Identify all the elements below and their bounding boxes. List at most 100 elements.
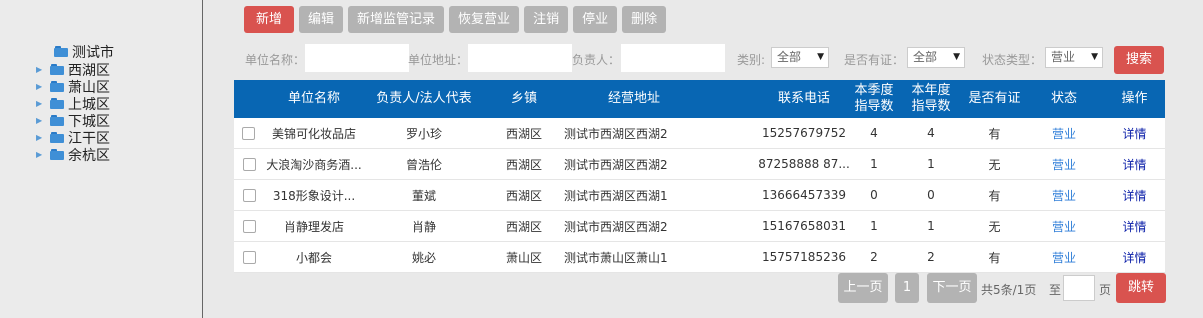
status-select[interactable]: 营业 ▼	[1045, 47, 1103, 68]
cell-owner: 罗小珍	[405, 126, 442, 141]
status-link[interactable]: 营业	[1034, 211, 1094, 241]
row-checkbox[interactable]	[242, 149, 256, 179]
cell-address: 测试市西湖区西湖2	[564, 126, 668, 141]
owner-input[interactable]	[621, 44, 725, 72]
cell-town: 西湖区	[505, 126, 542, 141]
detail-link[interactable]: 详情	[1104, 211, 1165, 241]
header-name: 单位名称	[287, 91, 340, 106]
category-value: 全部	[777, 50, 802, 64]
cell-owner: 姚必	[411, 250, 436, 265]
search-button[interactable]: 搜索	[1114, 46, 1164, 74]
cell-town: 西湖区	[505, 157, 542, 172]
status-link[interactable]: 营业	[1034, 180, 1094, 210]
status-link[interactable]: 营业	[1034, 149, 1094, 179]
cell-year: 2	[927, 250, 935, 264]
goto-prefix: 至	[1049, 283, 1062, 297]
checkbox[interactable]	[242, 250, 256, 264]
tree-item-xiaoshan[interactable]: ▶ 萧山区	[36, 78, 114, 96]
cell-address: 测试市西湖区西湖1	[564, 188, 668, 203]
cell-phone: 87258888 87...	[758, 157, 850, 171]
status-value: 营业	[1051, 50, 1076, 64]
header-status: 状态	[1050, 91, 1077, 106]
unit-name-input[interactable]	[305, 44, 409, 72]
root-folder-icon	[54, 46, 68, 57]
expand-icon[interactable]: ▶	[36, 78, 48, 95]
row-checkbox[interactable]	[242, 180, 256, 210]
checkbox[interactable]	[242, 157, 256, 171]
tree-root[interactable]: 测试市	[36, 42, 114, 61]
resume-button[interactable]: 恢复营业	[449, 6, 520, 33]
cell-name: 小都会	[295, 250, 332, 265]
header-quarter-line1: 本季度	[854, 83, 894, 98]
sidebar: 测试市 ▶ 西湖区 ▶ 萧山区 ▶ 上城区 ▶ 下城区 ▶ 江干区 ▶ 余杭区	[0, 0, 203, 318]
page-summary: 共5条/1页	[981, 283, 1037, 297]
cell-address: 测试市萧山区萧山1	[564, 250, 668, 265]
cell-address: 测试市西湖区西湖2	[564, 157, 668, 172]
cell-quarter: 0	[870, 188, 878, 202]
folder-icon	[50, 115, 64, 126]
checkbox[interactable]	[242, 219, 256, 233]
header-address: 经营地址	[607, 91, 660, 106]
status-link[interactable]: 营业	[1034, 242, 1094, 272]
checkbox[interactable]	[242, 126, 255, 140]
cell-name: 肖静理发店	[283, 219, 344, 234]
cell-name: 大浪淘沙商务酒...	[266, 157, 362, 172]
tree-item-yuhang[interactable]: ▶ 余杭区	[36, 146, 114, 164]
row-checkbox[interactable]	[242, 118, 255, 148]
cell-certified: 无	[988, 219, 1001, 234]
row-checkbox[interactable]	[242, 242, 256, 272]
toolbar: 新增 编辑 新增监管记录 恢复营业 注销 停业 删除	[244, 6, 667, 33]
detail-link[interactable]: 详情	[1104, 149, 1165, 179]
add-button[interactable]: 新增	[244, 6, 295, 33]
address-input[interactable]	[468, 44, 572, 72]
row-checkbox[interactable]	[242, 211, 256, 241]
owner-label: 负责人：	[572, 53, 621, 67]
jump-button[interactable]: 跳转	[1116, 273, 1166, 303]
detail-link[interactable]: 详情	[1104, 242, 1165, 272]
add-record-button[interactable]: 新增监管记录	[348, 6, 445, 33]
cell-phone: 15167658031	[762, 219, 846, 233]
detail-link[interactable]: 详情	[1104, 118, 1165, 148]
tree-item-jianggan[interactable]: ▶ 江干区	[36, 129, 114, 147]
expand-icon[interactable]: ▶	[36, 61, 48, 78]
tree-item-xiacheng[interactable]: ▶ 下城区	[36, 112, 114, 130]
edit-button[interactable]: 编辑	[299, 6, 344, 33]
cell-owner: 肖静	[411, 219, 436, 234]
header-year-line1: 本年度	[911, 83, 951, 98]
cell-year: 4	[927, 126, 935, 140]
suspend-button[interactable]: 停业	[573, 6, 618, 33]
table-row: 大浪淘沙商务酒... 曾浩伦 西湖区 测试市西湖区西湖2 87258888 87…	[234, 149, 1165, 180]
cell-quarter: 4	[870, 126, 878, 140]
category-select[interactable]: 全部 ▼	[771, 47, 829, 68]
status-link[interactable]: 营业	[1034, 118, 1094, 148]
tree-item-xihu[interactable]: ▶ 西湖区	[36, 61, 114, 79]
cell-address: 测试市西湖区西湖2	[564, 219, 668, 234]
cell-name: 美锦可化妆品店	[271, 126, 356, 141]
expand-icon[interactable]: ▶	[36, 112, 48, 129]
delete-button[interactable]: 删除	[622, 6, 667, 33]
goto-page-input[interactable]	[1063, 275, 1095, 301]
header-year-line2: 指导数	[911, 99, 951, 114]
expand-icon[interactable]: ▶	[36, 95, 48, 112]
expand-icon[interactable]: ▶	[36, 129, 48, 146]
detail-link[interactable]: 详情	[1104, 180, 1165, 210]
tree-item-shangcheng[interactable]: ▶ 上城区	[36, 95, 114, 113]
checkbox[interactable]	[242, 188, 256, 202]
cell-quarter: 1	[870, 219, 878, 233]
prev-page-button[interactable]: 上一页	[838, 273, 888, 303]
cell-year: 1	[927, 157, 935, 171]
certificate-label: 是否有证：	[844, 53, 905, 67]
cell-certified: 有	[988, 126, 1001, 141]
folder-icon	[50, 81, 64, 92]
current-page-button[interactable]: 1	[895, 273, 919, 303]
cell-name: 318形象设计...	[272, 188, 356, 203]
certificate-select[interactable]: 全部 ▼	[907, 47, 965, 68]
next-page-button[interactable]: 下一页	[927, 273, 977, 303]
folder-icon	[50, 64, 64, 75]
expand-icon[interactable]: ▶	[36, 146, 48, 163]
certificate-value: 全部	[913, 50, 938, 64]
region-tree: 测试市 ▶ 西湖区 ▶ 萧山区 ▶ 上城区 ▶ 下城区 ▶ 江干区 ▶ 余杭区	[36, 42, 114, 164]
header-certified: 是否有证	[968, 91, 1021, 106]
cell-certified: 有	[988, 250, 1001, 265]
cancel-button[interactable]: 注销	[524, 6, 569, 33]
